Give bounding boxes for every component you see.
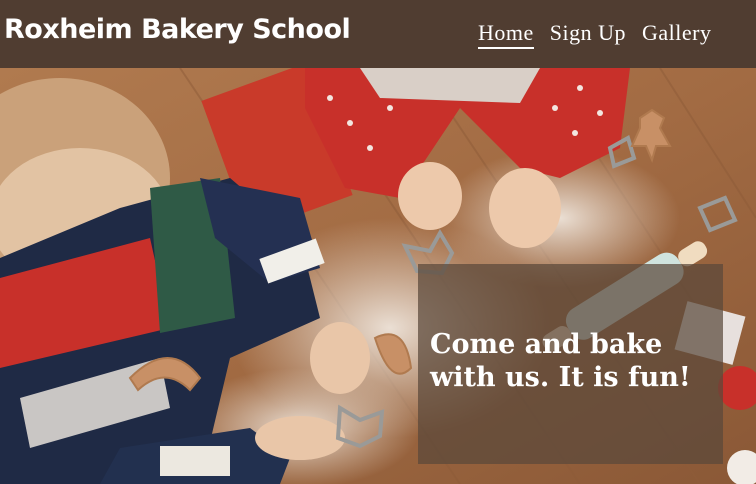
nav-home-link[interactable]: Home — [478, 20, 534, 49]
hero-image: Come and bake with us. It is fun! — [0, 68, 756, 484]
nav-gallery-link[interactable]: Gallery — [642, 20, 711, 49]
site-title[interactable]: Roxheim Bakery School — [4, 14, 351, 45]
main-nav: Home Sign Up Gallery — [478, 20, 711, 49]
site-header: Roxheim Bakery School Home Sign Up Galle… — [0, 0, 756, 68]
hero-headline: Come and bake with us. It is fun! — [430, 329, 691, 393]
hero-caption-panel: Come and bake with us. It is fun! — [418, 264, 723, 464]
nav-signup-link[interactable]: Sign Up — [550, 20, 626, 49]
